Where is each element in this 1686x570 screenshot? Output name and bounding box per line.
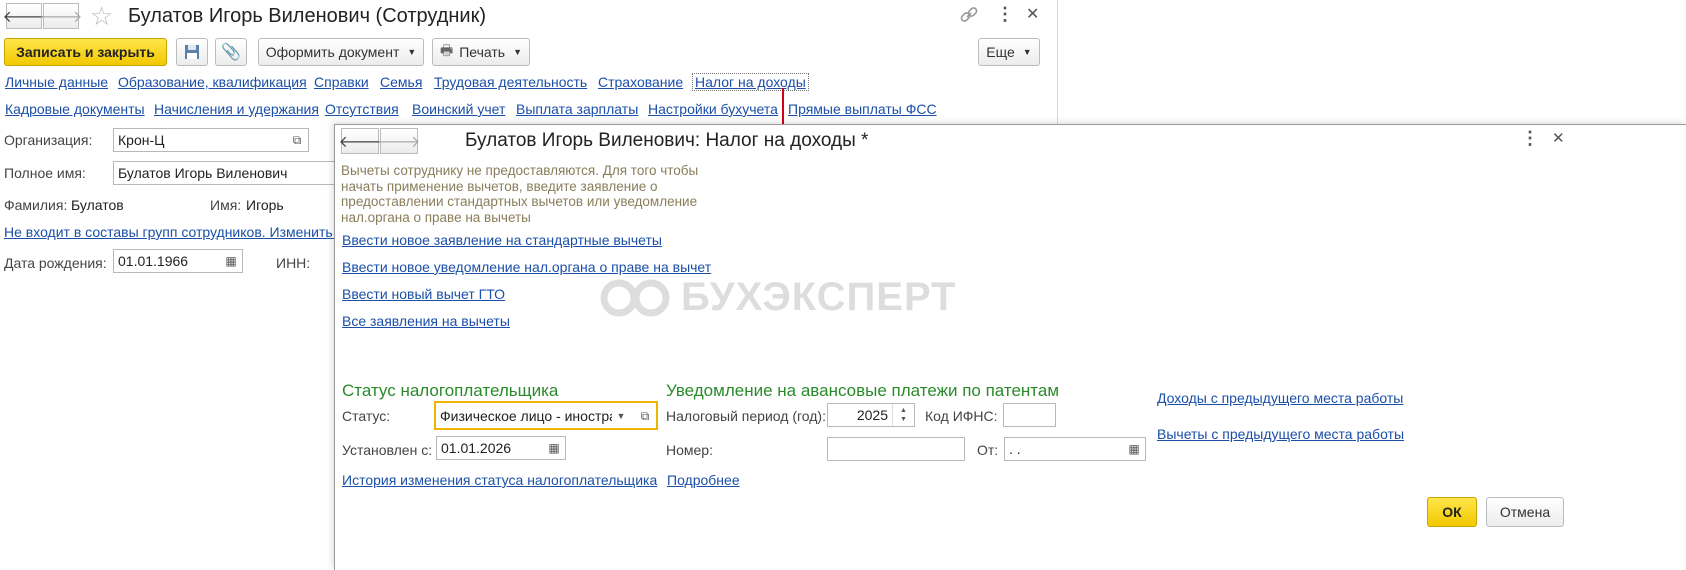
more-vertical-icon[interactable]: ⋮ xyxy=(996,4,1014,25)
organization-label: Организация: xyxy=(4,132,93,148)
nav-salary-payment[interactable]: Выплата зарплаты xyxy=(516,101,638,117)
fullname-field[interactable]: Булатов Игорь Виленович xyxy=(113,161,343,185)
lastname-label: Фамилия: xyxy=(4,197,68,213)
birthdate-field[interactable]: 01.01.1966 ▦ xyxy=(113,249,243,273)
firstname-label: Имя: xyxy=(210,197,242,213)
paperclip-icon: 📎 xyxy=(221,44,241,61)
arrow-right-icon: 🡒 xyxy=(377,133,421,151)
save-and-close-button[interactable]: Записать и закрыть xyxy=(4,38,167,66)
close-icon[interactable]: ✕ xyxy=(1026,4,1039,24)
established-since-label: Установлен с: xyxy=(342,442,433,458)
calendar-icon[interactable]: ▦ xyxy=(220,250,242,272)
tax-period-field[interactable]: 2025 ▲ ▼ xyxy=(827,403,915,427)
forward-button[interactable]: 🡒 xyxy=(40,3,82,29)
dialog-more-icon[interactable]: ⋮ xyxy=(1521,128,1539,149)
nav-family[interactable]: Семья xyxy=(380,74,422,90)
taxpayer-status-title: Статус налогоплательщика xyxy=(342,381,559,400)
spinner-icon[interactable]: ▲ ▼ xyxy=(892,404,914,426)
number-label: Номер: xyxy=(666,442,713,458)
attach-button[interactable]: 📎 xyxy=(215,38,247,66)
number-field[interactable] xyxy=(827,437,965,461)
all-deduction-applications-link[interactable]: Все заявления на вычеты xyxy=(342,313,510,329)
deductions-previous-job-link[interactable]: Вычеты с предыдущего места работы xyxy=(1157,426,1404,442)
nav-fss-payments[interactable]: Прямые выплаты ФСС xyxy=(788,101,937,117)
print-button[interactable]: 🖶 Печать ▼ xyxy=(432,38,530,66)
income-previous-job-link[interactable]: Доходы с предыдущего места работы xyxy=(1157,390,1403,406)
nav-personal-data[interactable]: Личные данные xyxy=(5,74,108,90)
nav-absences[interactable]: Отсутствия xyxy=(325,101,399,117)
ifns-code-label: Код ИФНС: xyxy=(925,408,998,424)
dropdown-arrow-icon[interactable]: ▼ xyxy=(610,405,632,427)
make-document-button[interactable]: Оформить документ ▼ xyxy=(258,38,424,66)
firstname-value: Игорь xyxy=(246,197,284,213)
income-tax-dialog: 🡐 🡒 Булатов Игорь Виленович: Налог на до… xyxy=(334,124,1686,570)
new-standard-deduction-link[interactable]: Ввести новое заявление на стандартные вы… xyxy=(342,232,662,248)
nav-military[interactable]: Воинский учет xyxy=(412,101,505,117)
nav-accruals[interactable]: Начисления и удержания xyxy=(154,101,319,117)
watermark: БУХЭКСПЕРТ xyxy=(599,275,957,320)
dropdown-arrow-icon: ▼ xyxy=(407,47,417,57)
open-icon[interactable]: ⧉ xyxy=(286,129,308,151)
calendar-icon[interactable]: ▦ xyxy=(1123,438,1145,460)
tax-period-label: Налоговый период (год): xyxy=(666,408,826,424)
deductions-info-text: Вычеты сотруднику не предоставляются. Дл… xyxy=(341,163,699,225)
nav-labor-activity[interactable]: Трудовая деятельность xyxy=(434,74,587,90)
nav-insurance[interactable]: Страхование xyxy=(598,74,683,90)
established-since-field[interactable]: 01.01.2026 ▦ xyxy=(436,436,566,460)
status-select[interactable]: Физическое лицо - иностра ▼ ⧉ xyxy=(434,401,658,430)
nav-hr-documents[interactable]: Кадровые документы xyxy=(5,101,145,117)
arrow-right-icon: 🡒 xyxy=(39,8,83,26)
ifns-code-field[interactable] xyxy=(1003,403,1056,427)
new-gto-deduction-link[interactable]: Ввести новый вычет ГТО xyxy=(342,286,505,302)
calendar-icon[interactable]: ▦ xyxy=(543,437,565,459)
watermark-logo xyxy=(600,279,670,316)
details-link[interactable]: Подробнее xyxy=(667,472,740,488)
dialog-forward-button[interactable]: 🡒 xyxy=(377,128,421,154)
new-tax-notice-link[interactable]: Ввести новое уведомление нал.органа о пр… xyxy=(342,259,711,275)
dialog-title: Булатов Игорь Виленович: Налог на доходы… xyxy=(465,130,869,151)
dialog-close-icon[interactable]: ✕ xyxy=(1552,129,1565,147)
from-label: От: xyxy=(977,442,999,458)
more-button[interactable]: Еще ▼ xyxy=(978,38,1040,66)
link-icon[interactable] xyxy=(958,4,980,26)
back-button[interactable]: 🡐 xyxy=(3,3,45,29)
nav-accounting-settings[interactable]: Настройки бухучета xyxy=(648,101,778,117)
fullname-label: Полное имя: xyxy=(4,165,86,181)
organization-field[interactable]: Крон-Ц ⧉ xyxy=(113,128,309,152)
nav-education[interactable]: Образование, квалификация xyxy=(118,74,307,90)
dropdown-arrow-icon: ▼ xyxy=(1022,47,1032,57)
inn-label: ИНН: xyxy=(276,255,311,271)
floppy-disk-icon xyxy=(185,45,199,59)
ok-button[interactable]: ОК xyxy=(1427,497,1477,527)
arrow-left-icon: 🡐 xyxy=(338,133,382,151)
open-icon[interactable]: ⧉ xyxy=(634,405,656,427)
dropdown-arrow-icon: ▼ xyxy=(513,47,522,57)
dialog-back-button[interactable]: 🡐 xyxy=(338,128,382,154)
nav-income-tax[interactable]: Налог на доходы xyxy=(692,73,809,91)
status-history-link[interactable]: История изменения статуса налогоплательщ… xyxy=(342,472,657,488)
cancel-button[interactable]: Отмена xyxy=(1486,497,1564,527)
printer-icon: 🖶 xyxy=(439,42,454,58)
employee-groups-link[interactable]: Не входит в составы групп сотрудников. И… xyxy=(4,224,344,240)
status-label: Статус: xyxy=(342,408,391,424)
from-date-field[interactable]: . . ▦ xyxy=(1004,437,1146,461)
nav-certificates[interactable]: Справки xyxy=(314,74,369,90)
favorite-star-icon[interactable]: ☆ xyxy=(90,2,113,30)
lastname-value: Булатов xyxy=(71,197,124,213)
window-title: Булатов Игорь Виленович (Сотрудник) xyxy=(128,5,487,27)
birthdate-label: Дата рождения: xyxy=(4,255,107,271)
save-button[interactable] xyxy=(176,38,208,66)
patent-notice-title: Уведомление на авансовые платежи по пате… xyxy=(666,381,1060,400)
